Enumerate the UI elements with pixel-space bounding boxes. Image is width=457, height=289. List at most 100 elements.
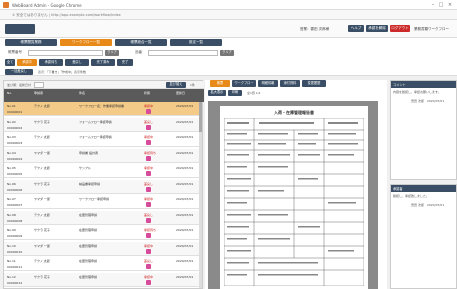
attachment-icon[interactable]: [146, 202, 151, 207]
attachment-icon[interactable]: [146, 171, 151, 176]
row-applicant: ヤマダ 一郎: [34, 197, 50, 201]
bulk-return-button[interactable]: 一括差戻し: [5, 69, 33, 75]
list-scrollbar-thumb[interactable]: [199, 102, 202, 132]
row-applicant: テクノ 太郎: [34, 135, 50, 139]
attachment-icon[interactable]: [146, 264, 151, 269]
attachment-icon[interactable]: [146, 109, 151, 114]
row-date: 2020/07/01: [176, 197, 194, 201]
col-title: 件名: [79, 91, 86, 95]
main-menu: 帳票閲覧業務 ワークフロー一覧 帳票総合一覧 設定一覧: [0, 38, 457, 48]
row-title: フォームフロー承認申請: [79, 135, 112, 139]
row-status: 差戻し: [144, 181, 154, 186]
attachment-icon[interactable]: [146, 248, 151, 254]
list-item[interactable]: No.05 00000005 テクノ 太郎 サンプル 承認中 2020/07/01: [4, 164, 200, 178]
list-item[interactable]: No.02 00000002 サクラ 花子 フォームフロー承認申請 差戻し 2020/07…: [4, 117, 200, 132]
row-date: 2020/07/01: [176, 119, 194, 124]
tab-workflow[interactable]: ワークフロー: [232, 80, 256, 87]
list-item[interactable]: No.06 00000006 サクラ 花子 納品書承認申請 差戻し 2020/07/01: [4, 179, 200, 194]
approve-cancel-button[interactable]: 承認を解除: [366, 25, 388, 32]
print-button[interactable]: 印刷: [228, 90, 242, 96]
attachment-icon[interactable]: [146, 217, 151, 223]
zoom-button[interactable]: 拡大表示: [208, 90, 226, 96]
row-title: 在庫管理申請: [79, 228, 98, 232]
row-code: 00000005: [7, 172, 23, 176]
list-rows: No.01 00000001 テクノ 太郎 ワークフロー名：作業承認申請書 承認中 202…: [4, 102, 200, 288]
bulk-action-row: 一括差戻し 表示：「下書き」「作成中」表示件数: [0, 68, 457, 76]
filter-all[interactable]: 全て: [5, 59, 15, 66]
comment-title: コメント: [393, 83, 406, 87]
logout-button[interactable]: ログアウト: [390, 25, 410, 32]
list-item[interactable]: No.04 00000004 ヤマダ 一郎 申請書 設計者 承認待ち 2020/07/01: [4, 148, 200, 163]
row-status: 承認待ち: [144, 228, 157, 232]
row-status: 承認中: [144, 197, 154, 201]
approver-title: 承認者: [393, 187, 403, 191]
product-input[interactable]: [148, 50, 218, 56]
row-code: 00000010: [7, 249, 23, 254]
menu-item-settings[interactable]: 設定一覧: [170, 39, 222, 46]
list-scrollbar[interactable]: [199, 102, 202, 288]
filter-completed[interactable]: 完了済み: [91, 59, 115, 66]
close-icon[interactable]: ×: [447, 2, 453, 8]
list-item[interactable]: No.12 00000012 サクラ 花子 在庫管理申請 承認中 2020/07/01: [4, 272, 200, 287]
comment-text: 内容を確認し、承認お願いします。: [393, 90, 441, 94]
row-code: 00000008: [7, 218, 23, 223]
approver-text: 確認し、承認致しました。: [393, 194, 430, 198]
clear-button-1[interactable]: クリア: [105, 50, 119, 56]
brand-logo: [5, 24, 35, 34]
row-code: 00000003: [7, 141, 23, 145]
row-status: 承認中: [144, 166, 154, 170]
filter-done[interactable]: 完了: [117, 59, 133, 66]
menu-item-document[interactable]: 帳票閲覧業務: [5, 39, 57, 46]
list-item[interactable]: No.01 00000001 テクノ 太郎 ワークフロー名：作業承認申請書 承認中 202…: [4, 102, 200, 116]
attachment-icon[interactable]: [146, 279, 151, 285]
row-no: No.06: [7, 181, 16, 186]
col-date: 更新日: [176, 91, 186, 95]
row-status: 承認中: [144, 135, 154, 139]
attachment-icon[interactable]: [146, 140, 151, 145]
row-no: No.04: [7, 150, 16, 155]
attachment-icon[interactable]: [146, 233, 151, 238]
row-title: 在庫管理申請: [79, 259, 98, 263]
list-item[interactable]: No.11 00000011 テクノ 太郎 在庫管理申請 差戻し 2020/07/01: [4, 257, 200, 271]
list-header-bar: 並び順：最新日付 並び替え 1件: [4, 81, 204, 89]
menu-item-list[interactable]: 帳票総合一覧: [115, 39, 167, 46]
comment-box: コメント 内容を確認し、承認お願いします。 雲田 次郎 2020/07/01: [390, 80, 457, 180]
help-button[interactable]: ヘルプ: [348, 25, 364, 32]
tab-attachment[interactable]: 添付資料: [280, 80, 300, 87]
list-item[interactable]: No.09 00000009 サクラ 花子 在庫管理申請 承認待ち 2020/07/01: [4, 226, 200, 240]
list-count: 1件: [190, 83, 195, 87]
filter-in-progress[interactable]: 承認中: [17, 59, 37, 66]
list-item[interactable]: No.07 00000007 ヤマダ 一郎 ワークフロー承認申請 承認中 2020/07/…: [4, 195, 200, 209]
row-applicant: テクノ 太郎: [34, 212, 50, 217]
tab-detail[interactable]: 明細情報: [258, 80, 278, 87]
list-item[interactable]: No.08 00000008 テクノ 太郎 在庫管理申請 差戻し 2020/07/01: [4, 210, 200, 225]
filter-returned[interactable]: 差戻し: [65, 59, 89, 66]
row-applicant: サクラ 花子: [34, 119, 50, 124]
row-date: 2020/07/01: [176, 181, 194, 186]
clear-button-2[interactable]: クリア: [220, 50, 234, 56]
row-status: 差戻し: [144, 259, 154, 263]
address-bar[interactable]: ① 安全ではありません | http://app.example.com/wor…: [0, 10, 457, 20]
doc-title: 入荷・在庫管理報告書: [274, 110, 314, 115]
filter-pending[interactable]: 承認待ち: [39, 59, 63, 66]
approver-box: 承認者 確認し、承認致しました。 雲田 次郎 2020/07/01: [390, 184, 457, 289]
tab-document[interactable]: 帳票: [210, 80, 230, 87]
menu-item-workflow[interactable]: ワークフロー一覧: [60, 39, 112, 46]
maximize-icon[interactable]: □: [438, 2, 444, 8]
col-applicant: 申請者: [34, 91, 44, 95]
sort-button[interactable]: 並び替え: [166, 82, 186, 88]
doc-number-input[interactable]: [28, 50, 103, 56]
row-code: 00000011: [7, 265, 23, 269]
window-titlebar: WebBoard Admin - Google Chrome – □ ×: [0, 0, 457, 10]
tab-history[interactable]: 変更履歴: [302, 80, 326, 87]
row-no: No.07: [7, 197, 16, 201]
row-applicant: テクノ 太郎: [34, 104, 50, 108]
attachment-icon[interactable]: [146, 186, 151, 192]
row-date: 2020/07/01: [176, 166, 194, 170]
list-item[interactable]: No.10 00000010 ヤマダ 一郎 在庫管理申請 承認中 2020/07/01: [4, 241, 200, 256]
sort-select[interactable]: [34, 82, 44, 88]
attachment-icon[interactable]: [146, 155, 151, 161]
minimize-icon[interactable]: –: [430, 2, 436, 8]
attachment-icon[interactable]: [146, 124, 151, 130]
list-item[interactable]: No.03 00000003 テクノ 太郎 フォームフロー承認申請 承認中 2020/07…: [4, 133, 200, 147]
